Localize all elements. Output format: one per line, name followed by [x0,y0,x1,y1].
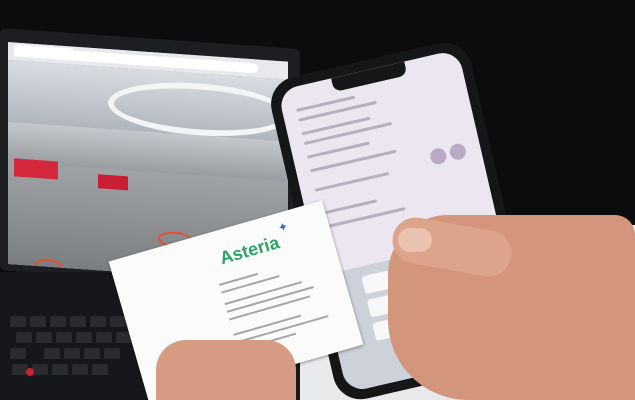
chat-message [303,121,393,146]
keyboard-key [10,316,26,327]
booth-banner [14,158,58,180]
chat-message [314,171,390,192]
keyboard-key [36,332,52,343]
sparkle-icon: ✦ [276,219,290,236]
keyboard-key [10,348,26,359]
booth-banner [98,174,128,191]
keyboard-key [90,316,106,327]
chat-message [319,199,378,216]
keyboard-key [96,332,112,343]
keyboard-key [72,364,88,375]
keyboard-key [44,348,60,359]
keyboard-key [50,316,66,327]
keyboard-key [70,316,86,327]
keyboard-key [32,364,48,375]
phone-notch [331,61,408,93]
card-logo-text: Asteria [217,232,282,269]
keyboard-key [92,364,108,375]
chat-action-icon [428,146,448,166]
keyboard-key [56,332,72,343]
keyboard-key [110,316,126,327]
chat-message [301,116,371,136]
keyboard-key [52,364,68,375]
chat-message [306,141,370,159]
keyboard-key [64,348,80,359]
keyboard-key [84,348,100,359]
chat-action-icon [448,142,468,162]
keyboard-key [30,316,46,327]
keyboard-key [16,332,32,343]
keyboard-key [76,332,92,343]
trackpoint [26,368,34,376]
photo-scene: Asteria ✦ [0,0,635,400]
left-hand [156,340,296,400]
keyboard-key [104,348,120,359]
thumbnail-nail [398,228,432,252]
